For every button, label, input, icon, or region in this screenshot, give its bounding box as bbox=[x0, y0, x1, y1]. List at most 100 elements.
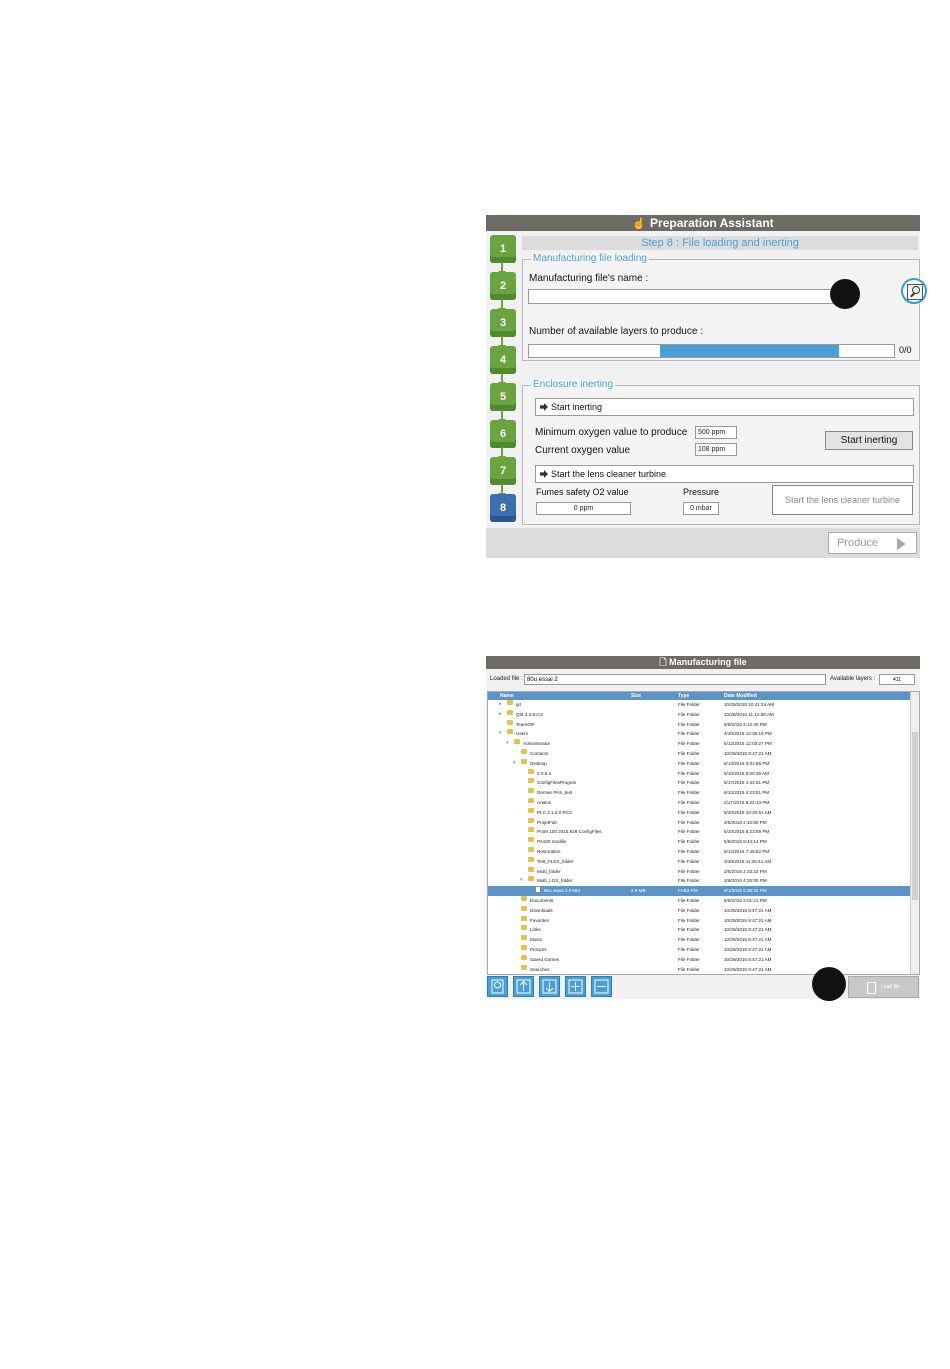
start-inerting-command[interactable]: Start inerting bbox=[535, 398, 914, 416]
loaded-file-label: Loaded file : bbox=[490, 676, 523, 682]
table-row[interactable]: Links File Folder 10/29/2015 8:47:21 AM bbox=[488, 925, 911, 935]
cell-name: Downloads bbox=[530, 907, 553, 913]
window-title: Preparation Assistant bbox=[650, 216, 774, 230]
cell-date: 2/17/2016 5:22:13 PM bbox=[724, 800, 770, 805]
cell-name: Pictures bbox=[530, 947, 547, 952]
current-oxygen-field: 108 ppm bbox=[695, 443, 737, 456]
table-row[interactable]: ConfigFilesProgres File Folder 5/17/2016 1… bbox=[488, 778, 911, 788]
table-row[interactable]: ▾ Users File Folder 4/20/2015 12:36:15 PM bbox=[488, 729, 911, 739]
browse-file-button[interactable] bbox=[901, 278, 927, 304]
expand-toggle-icon[interactable]: ▾ bbox=[506, 739, 509, 749]
table-row[interactable]: Test_FLEX_folder File Folder 3/30/2016 11:… bbox=[488, 856, 911, 867]
table-row[interactable]: PLC 2.1.0.0 RC3 File Folder 5/20/2016 10:2… bbox=[488, 807, 911, 818]
folder-icon bbox=[507, 719, 513, 725]
table-row[interactable]: 80u essai 2.FAB3 2.9 MB FAB3 File 6/1/2016 … bbox=[488, 886, 911, 896]
cell-date: 6/8/2016 2:01:21 PM bbox=[724, 898, 767, 903]
expand-all-button[interactable] bbox=[565, 976, 586, 997]
table-row[interactable]: Music File Folder 10/29/2015 8:47:21 AM bbox=[488, 935, 911, 945]
move-down-button[interactable] bbox=[539, 976, 560, 997]
produce-button[interactable]: Produce bbox=[828, 532, 917, 554]
folder-icon bbox=[528, 817, 534, 823]
column-header[interactable]: Name bbox=[500, 692, 514, 700]
file-name-field[interactable] bbox=[528, 289, 838, 304]
load-file-button[interactable]: Load file bbox=[848, 976, 919, 998]
table-row[interactable]: Downloads File Folder 10/29/2015 8:47:21 A… bbox=[488, 905, 911, 916]
collapse-all-button[interactable] bbox=[591, 976, 612, 997]
column-header[interactable]: Size bbox=[631, 692, 641, 700]
table-row[interactable]: ProjetFab File Folder 2/5/2016 4:10:50 PM bbox=[488, 817, 911, 828]
loaded-file-field[interactable]: 80u essai 2 bbox=[524, 674, 826, 685]
current-oxygen-label: Current oxygen value bbox=[535, 445, 631, 456]
folder-icon bbox=[521, 954, 527, 960]
column-header[interactable]: Type bbox=[678, 692, 689, 700]
drive-icon-button[interactable] bbox=[487, 976, 508, 997]
cell-type: File Folder bbox=[678, 849, 700, 854]
table-row[interactable]: Restoration File Folder 5/12/2016 7:45:52 … bbox=[488, 847, 911, 857]
table-row[interactable]: ▾ Administrator File Folder 5/12/2016 12:03… bbox=[488, 739, 911, 749]
play-icon bbox=[897, 538, 906, 550]
step-2-button[interactable]: 2 bbox=[490, 272, 516, 300]
lens-cleaner-command[interactable]: Start the lens cleaner turbine bbox=[535, 465, 914, 483]
group-legend: Enclosure inerting bbox=[531, 379, 616, 390]
table-row[interactable]: Saved Games File Folder 10/29/2015 8:47:21… bbox=[488, 954, 911, 965]
expand-toggle-icon[interactable]: ▾ bbox=[513, 759, 516, 769]
hand-pointer-icon: ☝ bbox=[632, 218, 647, 230]
step-6-button[interactable]: 6 bbox=[490, 420, 516, 448]
layers-progress-bar bbox=[528, 344, 895, 358]
expand-toggle-icon[interactable]: ▸ bbox=[499, 710, 502, 720]
step-1-button[interactable]: 1 bbox=[490, 235, 516, 263]
table-row[interactable]: ▾ Desktop File Folder 6/13/2016 3:01:59 PM bbox=[488, 758, 911, 769]
callout-marker bbox=[812, 967, 846, 1001]
table-row[interactable]: Multi_folder File Folder 2/5/2016 2:33:22 … bbox=[488, 866, 911, 877]
expand-toggle-icon[interactable]: ▸ bbox=[499, 700, 502, 710]
expand-toggle-icon[interactable]: ▾ bbox=[520, 876, 523, 886]
start-inerting-button[interactable]: Start inerting bbox=[825, 431, 913, 450]
column-header[interactable]: Date Modified bbox=[724, 692, 757, 700]
min-oxygen-label: Minimum oxygen value to produce bbox=[535, 427, 688, 438]
available-layers-field: 411 bbox=[879, 674, 915, 685]
table-row[interactable]: 2.0.9.2 File Folder 5/10/2016 9:06:39 AM bbox=[488, 768, 911, 779]
scrollbar-thumb[interactable] bbox=[912, 732, 918, 900]
table-row[interactable]: Analos File Folder 2/17/2016 5:22:13 PM bbox=[488, 798, 911, 808]
step-5-button[interactable]: 5 bbox=[490, 383, 516, 411]
vertical-scrollbar[interactable] bbox=[910, 692, 919, 974]
table-row[interactable]: Searches File Folder 10/29/2015 8:47:21 AM bbox=[488, 964, 911, 974]
table-row[interactable]: Contacts File Folder 10/29/2015 8:47:21 AM bbox=[488, 749, 911, 759]
step-7-button[interactable]: 7 bbox=[490, 457, 516, 485]
step-8-button[interactable]: 8 bbox=[490, 494, 516, 522]
cell-name: ConfigFilesProgres bbox=[537, 780, 577, 786]
table-row[interactable]: ▸ git File Folder 10/29/2015 10:41:24 AM bbox=[488, 700, 911, 710]
table-row[interactable]: ▸ Qt4 4.3.8-rc3 File Folder 10/29/2015 11:1… bbox=[488, 709, 911, 720]
cell-type: File Folder bbox=[678, 898, 700, 903]
folder-icon bbox=[528, 768, 534, 774]
table-row[interactable]: ▾ Multi_LGS_folder File Folder 2/8/2016 4:2… bbox=[488, 876, 911, 886]
group-legend: Manufacturing file loading bbox=[531, 253, 649, 264]
step-3-button[interactable]: 3 bbox=[490, 309, 516, 337]
table-row[interactable]: TeamOIF File Folder 6/8/2016 3:13:40 PM bbox=[488, 719, 911, 730]
manufacturing-file-loading-group: Manufacturing file loading Manufacturing… bbox=[522, 253, 927, 361]
table-row[interactable]: Favorites File Folder 10/29/2015 8:47:21 A… bbox=[488, 915, 911, 926]
lens-cleaner-button[interactable]: Start the lens cleaner turbine bbox=[772, 485, 913, 515]
folder-icon bbox=[521, 896, 527, 901]
table-row[interactable]: Dernier PAS_test File Folder 6/13/2016 4:2… bbox=[488, 788, 911, 798]
cell-name: TeamOIF bbox=[516, 721, 535, 727]
folder-icon bbox=[528, 827, 534, 833]
cell-date: 10/29/2015 8:47:21 AM bbox=[724, 966, 772, 972]
layers-label: Number of available layers to produce : bbox=[529, 326, 703, 337]
folder-icon bbox=[521, 925, 527, 931]
step-arrow-icon bbox=[498, 410, 506, 424]
min-oxygen-field[interactable]: 500 ppm bbox=[695, 426, 737, 439]
step-4-button[interactable]: 4 bbox=[490, 346, 516, 374]
table-row[interactable]: Documents File Folder 6/8/2016 2:01:21 PM bbox=[488, 896, 911, 906]
cell-type: File Folder bbox=[678, 741, 700, 747]
cell-name: Favorites bbox=[530, 917, 549, 923]
step-navigator: 1 2 3 4 5 6 7 8 bbox=[488, 235, 522, 525]
cell-date: 10/29/2015 10:41:24 AM bbox=[724, 702, 775, 707]
cell-date: 5/12/2016 7:45:52 PM bbox=[724, 849, 770, 854]
table-row[interactable]: PA100 modifie File Folder 5/9/2016 9:44:14… bbox=[488, 837, 911, 847]
folder-icon bbox=[528, 876, 534, 882]
expand-toggle-icon[interactable]: ▾ bbox=[499, 729, 502, 739]
move-up-button[interactable] bbox=[513, 976, 534, 997]
table-row[interactable]: ProM 100 2015.826 ConfigFiles File Folder… bbox=[488, 827, 911, 837]
table-row[interactable]: Pictures File Folder 10/29/2015 8:47:21 AM bbox=[488, 945, 911, 955]
